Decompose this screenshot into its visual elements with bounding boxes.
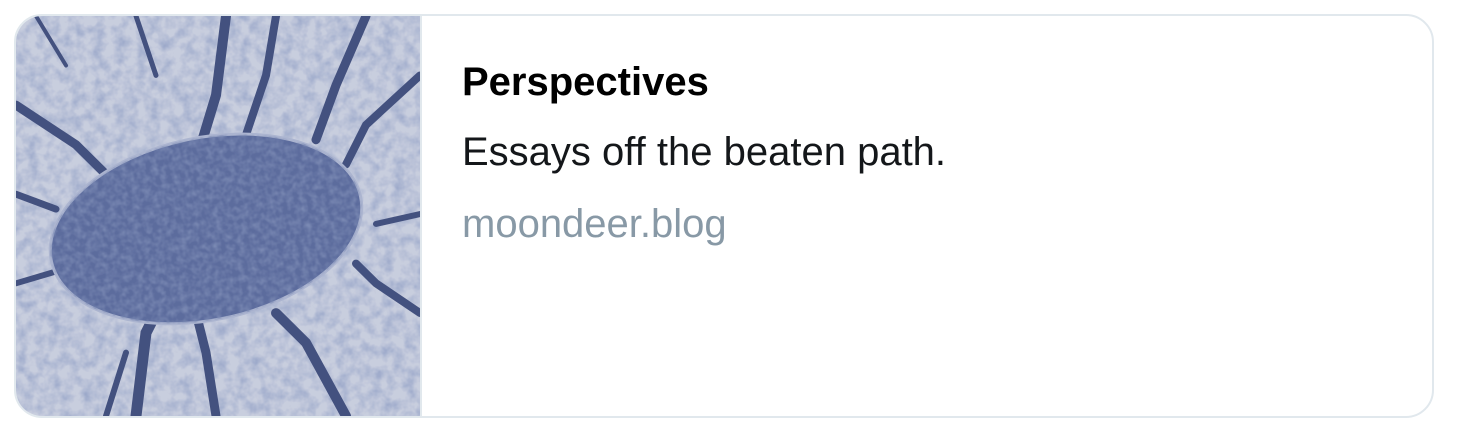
card-title: Perspectives	[462, 60, 709, 104]
card-text[interactable]: Perspectives Essays off the beaten path.…	[422, 16, 1432, 416]
card-domain: moondeer.blog	[462, 202, 727, 246]
thumbnail-image-icon	[16, 16, 420, 416]
link-preview-card[interactable]: Perspectives Essays off the beaten path.…	[14, 14, 1434, 418]
card-description: Essays off the beaten path.	[462, 130, 947, 174]
forest-canopy-image[interactable]	[16, 16, 422, 416]
